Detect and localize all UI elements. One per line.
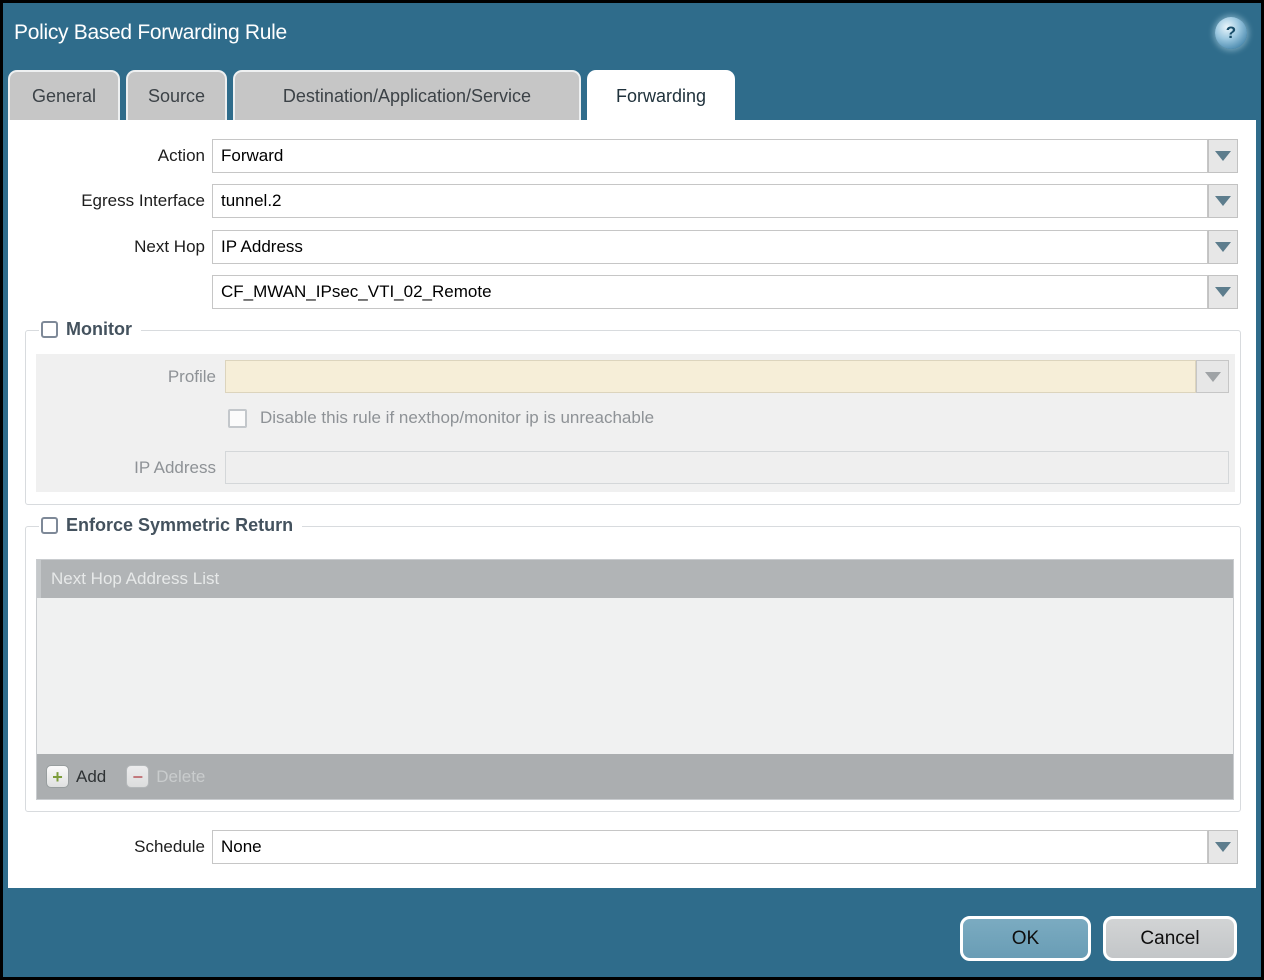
profile-dropdown-button bbox=[1196, 360, 1229, 393]
tab-label: Source bbox=[148, 86, 205, 107]
schedule-label: Schedule bbox=[8, 830, 205, 864]
question-mark-glyph: ? bbox=[1226, 23, 1236, 43]
enforce-symmetric-return-title: Enforce Symmetric Return bbox=[66, 515, 293, 536]
monitor-title: Monitor bbox=[66, 319, 132, 340]
tab-label: General bbox=[32, 86, 96, 107]
enforce-symmetric-return-checkbox[interactable] bbox=[41, 517, 58, 534]
next-hop-label: Next Hop bbox=[8, 230, 205, 264]
monitor-ip-address-input bbox=[225, 451, 1229, 484]
chevron-down-icon bbox=[1215, 196, 1231, 206]
enforce-symmetric-return-section: Enforce Symmetric Return Next Hop Addres… bbox=[25, 526, 1241, 812]
enforce-legend: Enforce Symmetric Return bbox=[39, 515, 302, 536]
disable-rule-label: Disable this rule if nexthop/monitor ip … bbox=[260, 408, 654, 428]
monitor-disabled-panel: Profile Disable this rule if nexthop/mon… bbox=[36, 354, 1235, 492]
tab-general[interactable]: General bbox=[8, 70, 120, 120]
tab-destination-application-service[interactable]: Destination/Application/Service bbox=[233, 70, 581, 120]
dialog-title: Policy Based Forwarding Rule bbox=[14, 21, 287, 45]
next-hop-type-dropdown-button[interactable] bbox=[1208, 230, 1238, 264]
tab-bar: General Source Destination/Application/S… bbox=[8, 70, 735, 120]
profile-label: Profile bbox=[36, 360, 216, 393]
next-hop-address-dropdown-button[interactable] bbox=[1208, 275, 1238, 309]
egress-interface-combo-input[interactable] bbox=[212, 184, 1208, 218]
chevron-down-icon bbox=[1215, 242, 1231, 252]
pbf-rule-dialog: Policy Based Forwarding Rule ? General S… bbox=[3, 3, 1261, 977]
next-hop-address-list-body[interactable] bbox=[37, 598, 1233, 754]
action-combo-input[interactable] bbox=[212, 139, 1208, 173]
ok-button[interactable]: OK bbox=[960, 916, 1091, 961]
monitor-section: Monitor Profile Disable this rule if nex… bbox=[25, 330, 1241, 505]
screen-frame: Policy Based Forwarding Rule ? General S… bbox=[0, 0, 1264, 980]
delete-icon: − bbox=[126, 765, 149, 788]
delete-button-label: Delete bbox=[156, 767, 205, 787]
next-hop-type-combo-input[interactable] bbox=[212, 230, 1208, 264]
add-button[interactable]: + Add bbox=[46, 765, 106, 788]
add-icon: + bbox=[46, 765, 69, 788]
disable-rule-checkbox bbox=[228, 409, 247, 428]
delete-button: − Delete bbox=[126, 765, 205, 788]
next-hop-address-list-header: Next Hop Address List bbox=[37, 560, 1233, 598]
next-hop-address-combo-input[interactable] bbox=[212, 275, 1208, 309]
schedule-dropdown-button[interactable] bbox=[1208, 830, 1238, 864]
chevron-down-icon bbox=[1215, 151, 1231, 161]
tab-source[interactable]: Source bbox=[126, 70, 227, 120]
add-button-label: Add bbox=[76, 767, 106, 787]
profile-combo-input bbox=[225, 360, 1196, 393]
monitor-checkbox[interactable] bbox=[41, 321, 58, 338]
schedule-combo-input[interactable] bbox=[212, 830, 1208, 864]
forwarding-tab-panel: Action Egress Interface Next Hop bbox=[8, 120, 1256, 888]
action-label: Action bbox=[8, 139, 205, 173]
monitor-legend: Monitor bbox=[39, 319, 141, 340]
chevron-down-icon bbox=[1205, 372, 1221, 382]
help-icon[interactable]: ? bbox=[1215, 17, 1247, 49]
action-dropdown-button[interactable] bbox=[1208, 139, 1238, 173]
tab-label: Forwarding bbox=[616, 86, 706, 107]
next-hop-address-table: Next Hop Address List + Add − Delete bbox=[36, 559, 1234, 800]
chevron-down-icon bbox=[1215, 287, 1231, 297]
table-toolbar: + Add − Delete bbox=[37, 754, 1233, 799]
chevron-down-icon bbox=[1215, 842, 1231, 852]
egress-interface-label: Egress Interface bbox=[8, 184, 205, 218]
cancel-button[interactable]: Cancel bbox=[1103, 916, 1237, 961]
egress-interface-dropdown-button[interactable] bbox=[1208, 184, 1238, 218]
monitor-ip-address-label: IP Address bbox=[36, 451, 216, 484]
tab-label: Destination/Application/Service bbox=[283, 86, 531, 107]
tab-forwarding[interactable]: Forwarding bbox=[587, 70, 735, 120]
